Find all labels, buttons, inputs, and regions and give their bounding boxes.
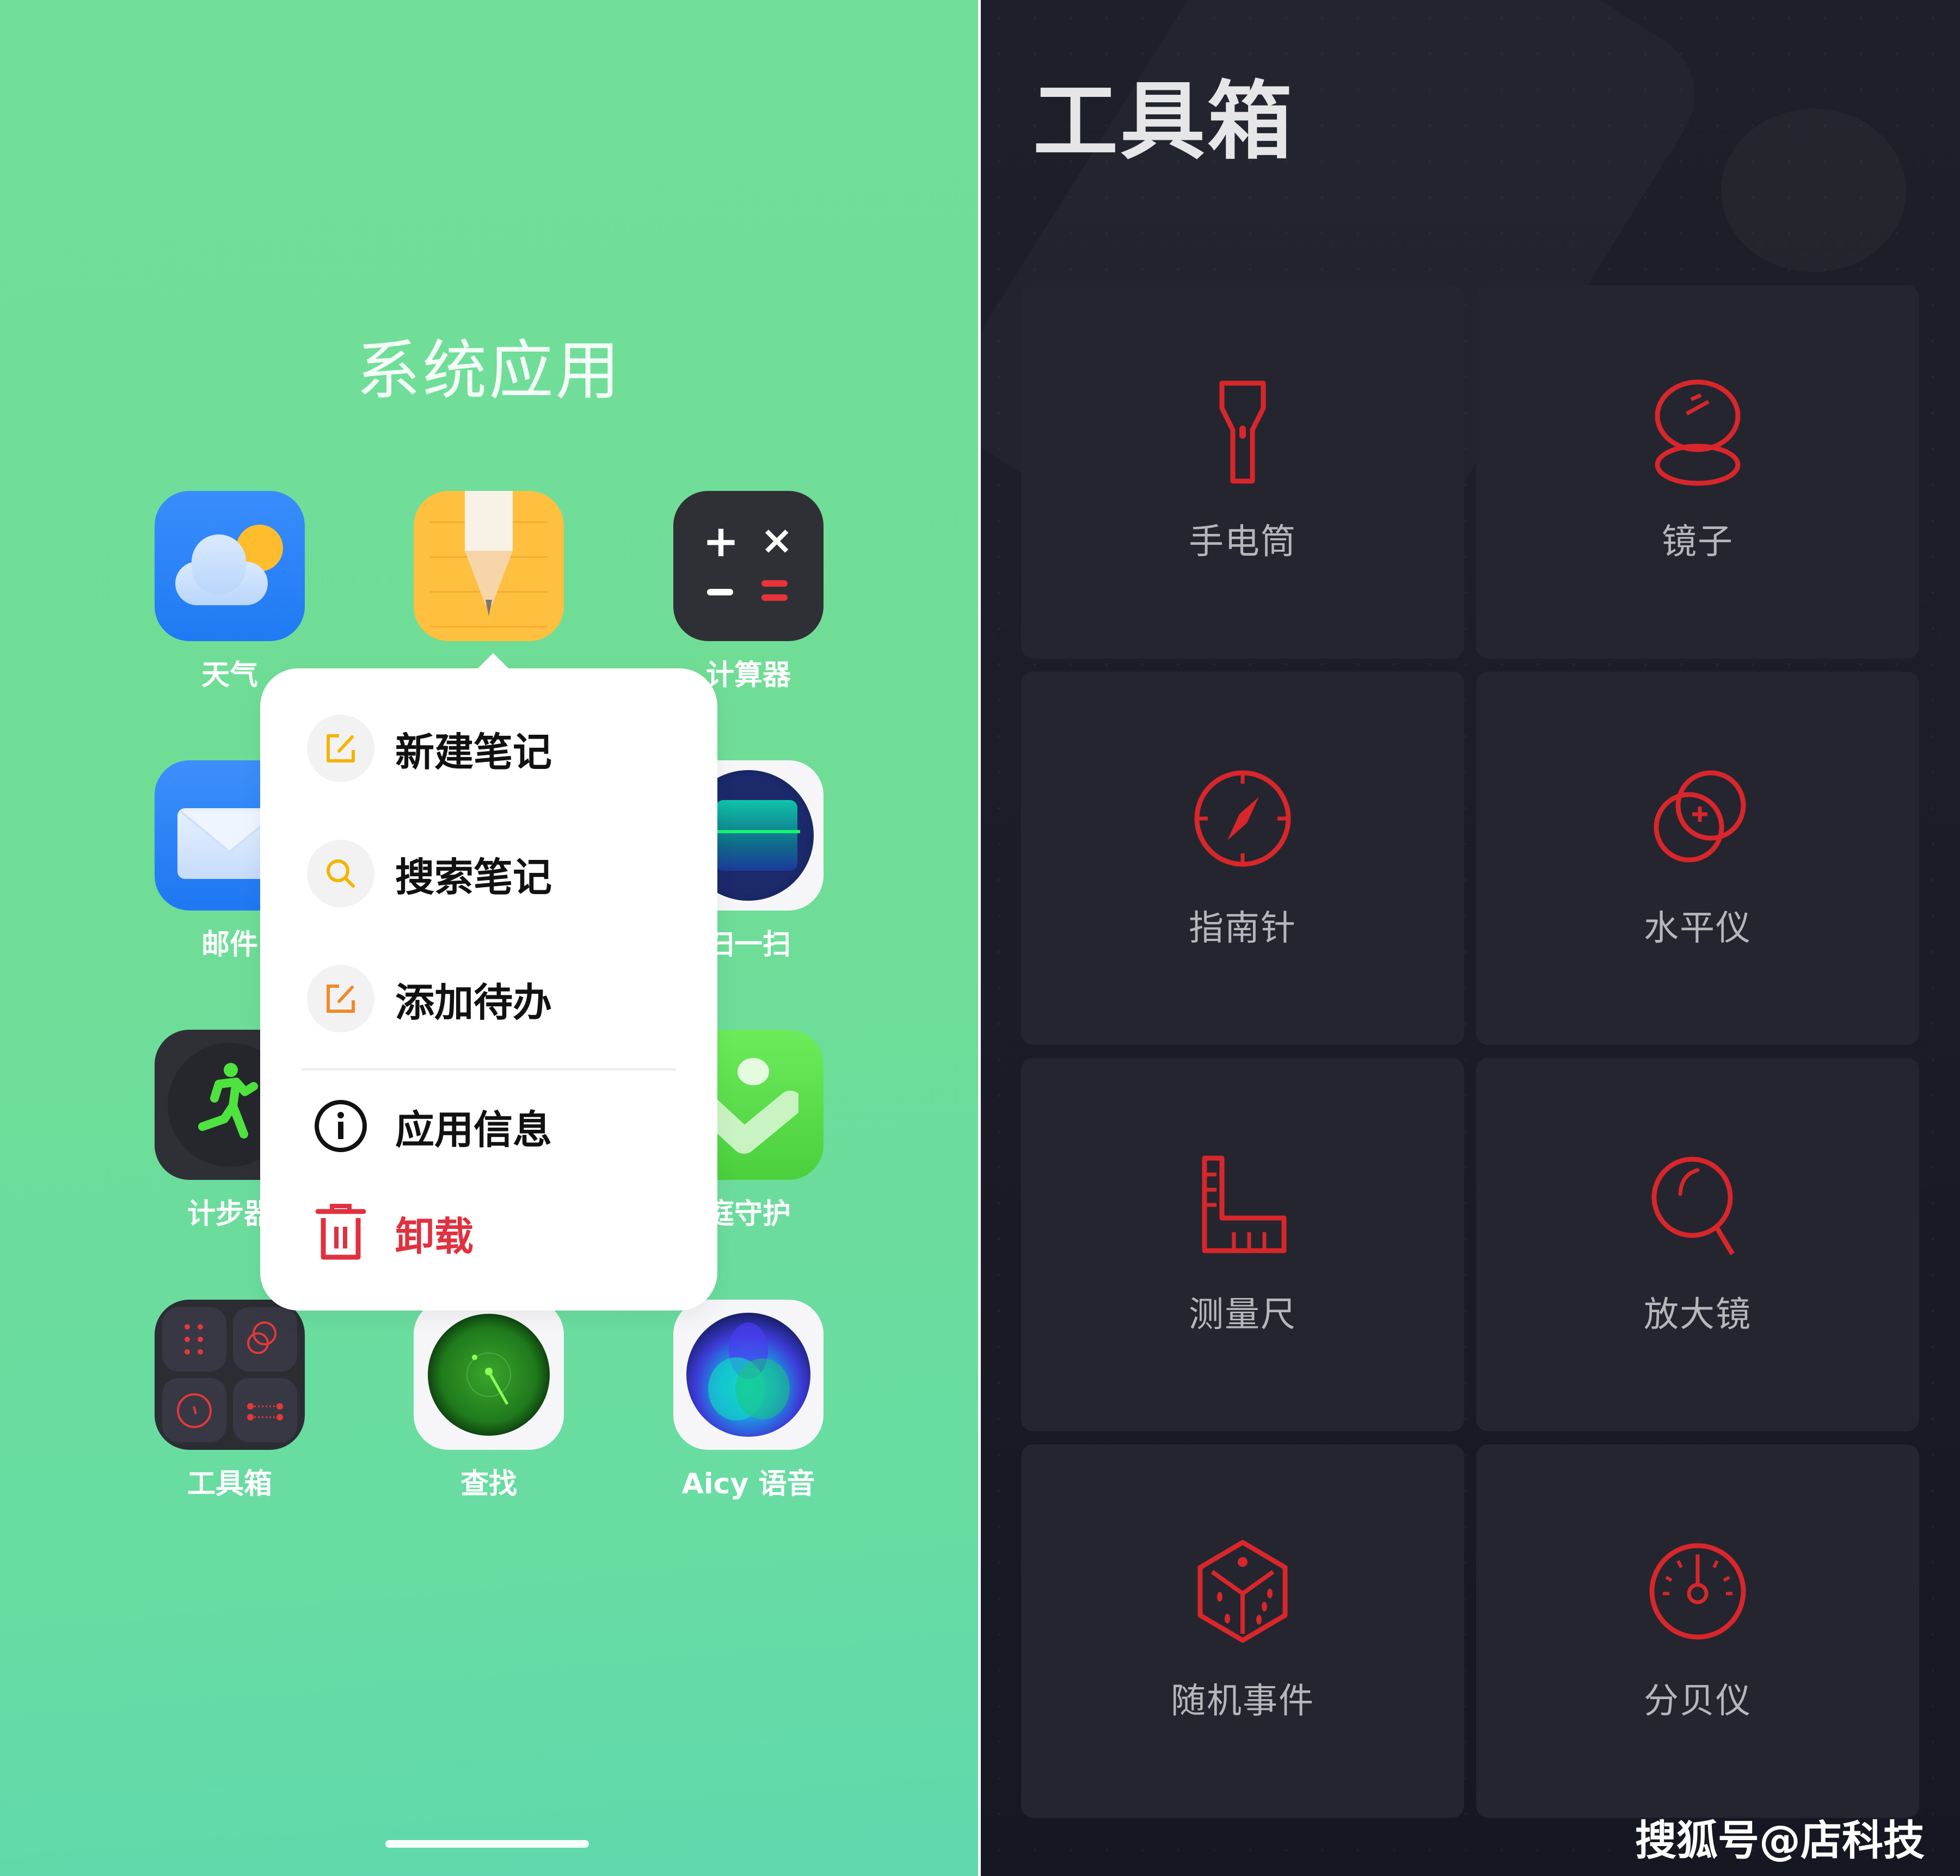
ruler-icon xyxy=(1202,1155,1287,1253)
search-icon xyxy=(307,840,374,907)
tool-random-event[interactable]: 随机事件 xyxy=(1021,1444,1464,1818)
app-label: 工具箱 xyxy=(187,1468,272,1500)
app-calculator[interactable]: + × 计算器 xyxy=(673,491,824,692)
flashlight-icon xyxy=(1219,380,1266,484)
notes-icon xyxy=(414,491,564,641)
tool-compass[interactable]: 指南针 xyxy=(1021,672,1464,1045)
tool-decibel-meter[interactable]: 分贝仪 xyxy=(1476,1444,1919,1818)
app-notes[interactable] xyxy=(414,491,564,641)
menu-divider xyxy=(302,1068,676,1071)
find-icon xyxy=(414,1300,564,1450)
toolbox-icon xyxy=(155,1300,305,1450)
tool-mirror[interactable]: 镜子 xyxy=(1476,285,1919,659)
tool-ruler[interactable]: 测量尺 xyxy=(1021,1058,1464,1431)
trash-icon xyxy=(307,1199,374,1266)
menu-item-app-info[interactable]: 应用信息 xyxy=(307,1091,677,1161)
tool-flashlight[interactable]: 手电筒 xyxy=(1021,285,1464,659)
aicy-voice-icon xyxy=(673,1300,824,1450)
system-apps-folder: 系统应用 天气 + × 计算器 邮件 扫一扫 计步器 庭守护 工具箱 查找 Ai… xyxy=(0,0,978,1876)
tool-label: 手电筒 xyxy=(1189,522,1297,562)
watermark: 搜狐号@店科技 xyxy=(1635,1816,1925,1865)
compass-icon xyxy=(1194,770,1291,867)
tool-label: 测量尺 xyxy=(1189,1295,1297,1335)
new-note-icon xyxy=(307,715,374,782)
level-icon xyxy=(1654,770,1746,863)
toolbox-app: 工具箱 手电筒 镜子 指南针 水平仪 测量尺 放大镜 随机事件 分贝仪 搜狐号@… xyxy=(981,0,1960,1876)
app-context-menu: 新建笔记 搜索笔记 添加待办 应用信息 卸载 xyxy=(260,668,717,1311)
tool-label: 分贝仪 xyxy=(1644,1681,1752,1721)
menu-item-uninstall[interactable]: 卸载 xyxy=(307,1197,677,1268)
home-indicator[interactable] xyxy=(385,1840,589,1848)
tool-level[interactable]: 水平仪 xyxy=(1476,672,1919,1045)
app-aicy-voice[interactable]: Aicy 语音 xyxy=(673,1300,824,1500)
menu-item-new-note[interactable]: 新建笔记 xyxy=(307,713,677,784)
mirror-icon xyxy=(1655,379,1741,486)
page-title: 工具箱 xyxy=(1033,72,1294,171)
decibel-meter-icon xyxy=(1649,1543,1746,1640)
tool-label: 指南针 xyxy=(1189,908,1297,949)
tool-label: 水平仪 xyxy=(1644,908,1752,949)
folder-title: 系统应用 xyxy=(356,333,622,408)
app-label: 查找 xyxy=(460,1468,517,1500)
app-weather[interactable]: 天气 xyxy=(155,491,305,692)
app-find[interactable]: 查找 xyxy=(414,1300,564,1500)
tool-label: 放大镜 xyxy=(1644,1295,1752,1335)
calculator-icon: + × xyxy=(673,491,824,641)
menu-item-add-todo[interactable]: 添加待办 xyxy=(307,963,677,1034)
weather-icon xyxy=(155,491,305,641)
add-todo-icon xyxy=(307,965,374,1032)
magnifier-icon xyxy=(1651,1157,1735,1256)
tool-label: 镜子 xyxy=(1662,522,1734,562)
app-toolbox[interactable]: 工具箱 xyxy=(155,1300,305,1500)
menu-item-search-notes[interactable]: 搜索笔记 xyxy=(307,838,677,909)
info-icon xyxy=(307,1092,374,1160)
tool-magnifier[interactable]: 放大镜 xyxy=(1476,1058,1919,1431)
app-label: Aicy 语音 xyxy=(681,1468,815,1500)
dice-icon xyxy=(1197,1540,1288,1643)
tool-label: 随机事件 xyxy=(1171,1681,1314,1721)
